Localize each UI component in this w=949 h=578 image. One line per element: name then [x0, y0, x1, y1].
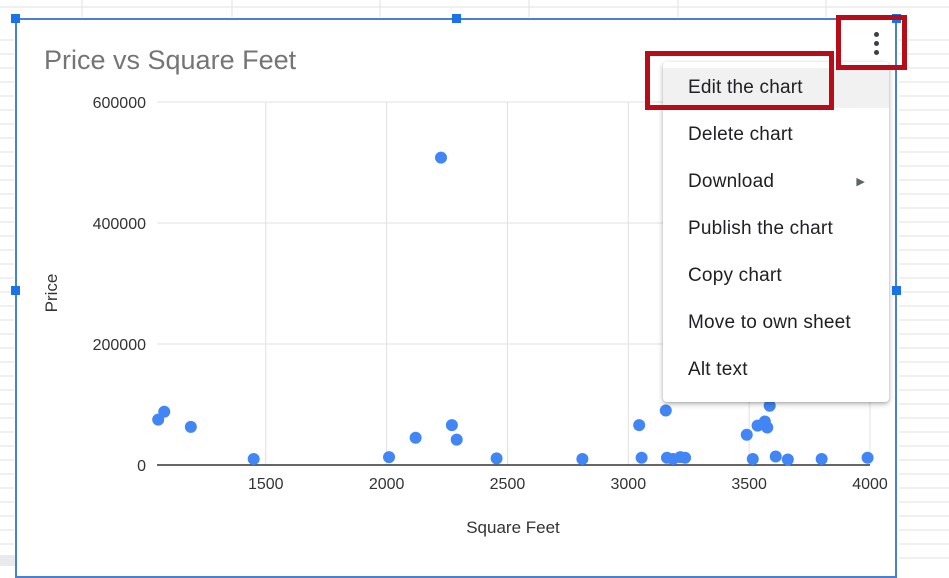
resize-handle-top-center[interactable]: [452, 14, 461, 23]
y-tick-label: 600000: [93, 95, 146, 112]
scatter-point: [761, 421, 774, 434]
x-tick-label: 2000: [369, 476, 405, 493]
scatter-point: [679, 451, 692, 464]
menu-item-publish-chart[interactable]: Publish the chart: [663, 209, 889, 249]
x-tick-label: 3500: [731, 476, 767, 493]
highlight-menu-button: [836, 15, 907, 70]
menu-item-download[interactable]: Download ▶: [663, 162, 889, 202]
scatter-point: [635, 451, 648, 464]
resize-handle-middle-left[interactable]: [11, 286, 20, 295]
scatter-point: [746, 452, 759, 465]
menu-item-alt-text[interactable]: Alt text: [663, 350, 889, 390]
menu-item-label: Move to own sheet: [688, 312, 851, 333]
y-tick-label: 200000: [93, 337, 146, 354]
x-tick-label: 2500: [490, 476, 526, 493]
x-tick-label: 1500: [248, 476, 284, 493]
submenu-arrow-icon: ▶: [856, 176, 865, 188]
menu-item-label: Delete chart: [688, 124, 793, 145]
chart-context-menu: Edit the chart Delete chart Download ▶ P…: [663, 62, 889, 402]
menu-item-move-to-own-sheet[interactable]: Move to own sheet: [663, 303, 889, 343]
scatter-point: [434, 151, 447, 164]
x-tick-label: 4000: [852, 476, 888, 493]
chart-title: Price vs Square Feet: [44, 45, 297, 75]
scatter-point: [576, 452, 589, 465]
scatter-point: [740, 428, 753, 441]
scatter-point: [383, 451, 396, 464]
menu-item-label: Publish the chart: [688, 218, 833, 239]
scatter-point: [633, 419, 646, 432]
x-tick-label: 3000: [611, 476, 647, 493]
scatter-point: [861, 451, 874, 464]
x-axis-label: Square Feet: [466, 518, 560, 537]
scatter-point: [815, 452, 828, 465]
menu-item-copy-chart[interactable]: Copy chart: [663, 256, 889, 296]
scatter-point: [490, 452, 503, 465]
menu-item-label: Download: [688, 171, 775, 192]
menu-item-delete-chart[interactable]: Delete chart: [663, 115, 889, 155]
scatter-point: [450, 433, 463, 446]
menu-item-label: Alt text: [688, 359, 748, 380]
scatter-point: [769, 450, 782, 463]
scatter-point: [247, 452, 260, 465]
resize-handle-top-left[interactable]: [11, 14, 20, 23]
menu-item-label: Copy chart: [688, 265, 782, 286]
scatter-point: [659, 404, 672, 417]
scatter-point: [184, 420, 197, 433]
y-tick-label: 400000: [93, 216, 146, 233]
y-axis-label: Price: [42, 274, 61, 313]
y-tick-label: 0: [137, 458, 146, 475]
scatter-point: [158, 405, 171, 418]
scatter-point: [781, 453, 794, 466]
resize-handle-middle-right[interactable]: [892, 286, 901, 295]
scatter-point: [445, 419, 458, 432]
scatter-point: [409, 431, 422, 444]
highlight-edit-chart: [645, 51, 834, 110]
